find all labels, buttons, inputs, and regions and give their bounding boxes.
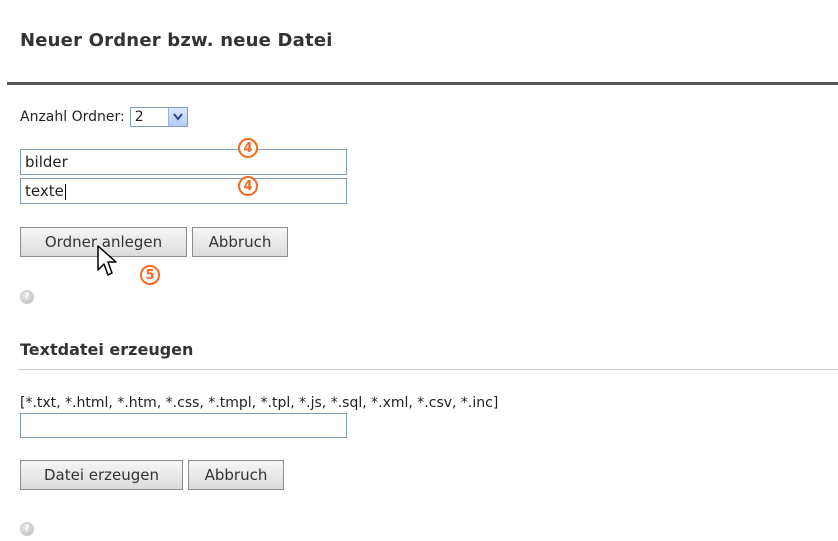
cancel-file-button[interactable]: Abbruch (188, 460, 284, 490)
folder-name-input-1-value: bilder (25, 153, 68, 171)
folder-count-select[interactable]: 2 (129, 107, 188, 127)
folder-name-input-2-value: texte (25, 182, 64, 200)
mouse-pointer-icon (97, 245, 117, 276)
section-divider (18, 369, 838, 370)
cancel-folder-button[interactable]: Abbruch (192, 227, 288, 257)
textfile-section-title: Textdatei erzeugen (20, 340, 194, 359)
allowed-extensions-text: [*.txt, *.html, *.htm, *.css, *.tmpl, *.… (20, 395, 499, 411)
chevron-down-icon[interactable] (167, 108, 187, 126)
folder-count-label: Anzahl Ordner: (20, 109, 125, 125)
step-badge-input-1: 4 (238, 138, 258, 158)
create-file-button[interactable]: Datei erzeugen (20, 460, 183, 490)
folder-name-input-1[interactable]: bilder (20, 149, 347, 175)
step-badge-button: 5 (140, 265, 160, 285)
help-icon[interactable]: ? (20, 290, 34, 304)
folder-count-row: Anzahl Ordner: 2 (20, 107, 188, 127)
step-badge-input-2: 4 (238, 176, 258, 196)
page-panel: Neuer Ordner bzw. neue Datei Anzahl Ordn… (0, 0, 838, 541)
page-title: Neuer Ordner bzw. neue Datei (20, 30, 333, 51)
help-icon[interactable]: ? (20, 522, 34, 536)
text-caret (64, 183, 66, 200)
filename-input[interactable] (20, 413, 347, 438)
folder-count-value: 2 (134, 109, 144, 125)
title-divider (7, 82, 838, 85)
folder-name-input-2[interactable]: texte (20, 178, 347, 204)
